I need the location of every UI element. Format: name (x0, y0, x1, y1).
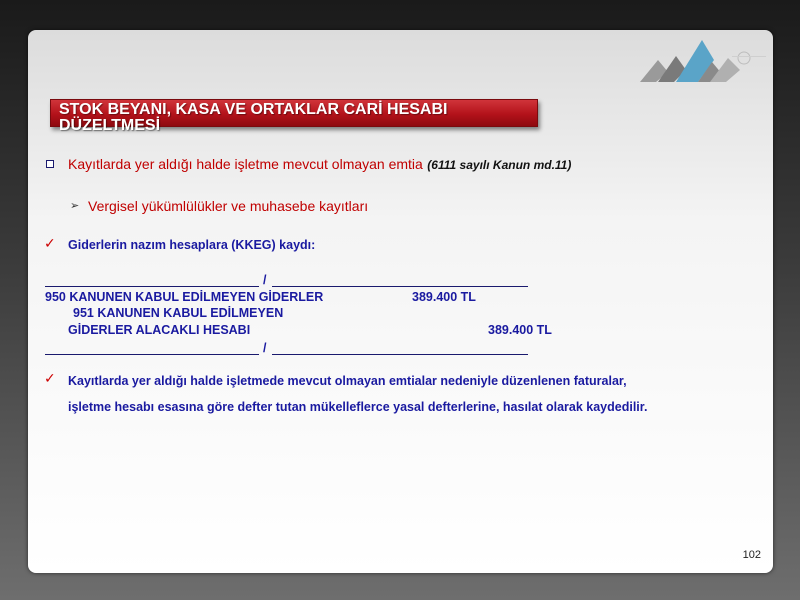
journal-divider-right-top (272, 286, 528, 287)
bullet-item-1: Kayıtlarda yer aldığı halde işletme mevc… (68, 156, 571, 174)
slide-title: STOK BEYANI, KASA VE ORTAKLAR CARİ HESAB… (59, 101, 448, 134)
checkmark-icon: ✓ (44, 235, 56, 251)
sub-item-2: Vergisel yükümlülükler ve muhasebe kayıt… (88, 198, 369, 214)
journal-debit-amount: 389.400 TL (412, 290, 476, 304)
item3-text: Giderlerin nazım hesaplara (KKEG) kaydı: (68, 238, 316, 252)
journal-separator-top: / (263, 273, 267, 287)
journal-credit-amount: 389.400 TL (488, 323, 552, 337)
journal-divider-right-bottom (272, 354, 528, 355)
item4-line1: Kayıtlarda yer aldığı halde işletmede me… (68, 374, 627, 388)
journal-divider-left-bottom (45, 354, 259, 355)
journal-divider-left-top (45, 286, 259, 287)
item4-line2: işletme hesabı esasına göre defter tutan… (68, 400, 648, 414)
item1-main-text: Kayıtlarda yer aldığı halde işletme mevc… (68, 156, 423, 172)
checkmark-icon: ✓ (44, 370, 56, 386)
square-bullet-icon (46, 160, 54, 168)
journal-separator-bottom: / (263, 341, 267, 355)
page-number: 102 (742, 549, 761, 561)
arrowhead-bullet-icon: ➢ (70, 200, 80, 212)
slide: STOK BEYANI, KASA VE ORTAKLAR CARİ HESAB… (28, 30, 773, 573)
company-logo (640, 40, 766, 82)
journal-debit-account: 950 KANUNEN KABUL EDİLMEYEN GİDERLER (45, 290, 324, 304)
item1-note: (6111 sayılı Kanun md.11) (427, 158, 572, 172)
journal-credit-account-line2: GİDERLER ALACAKLI HESABI (68, 323, 251, 337)
title-bar: STOK BEYANI, KASA VE ORTAKLAR CARİ HESAB… (50, 99, 538, 134)
journal-credit-account-line1: 951 KANUNEN KABUL EDİLMEYEN (73, 306, 284, 320)
